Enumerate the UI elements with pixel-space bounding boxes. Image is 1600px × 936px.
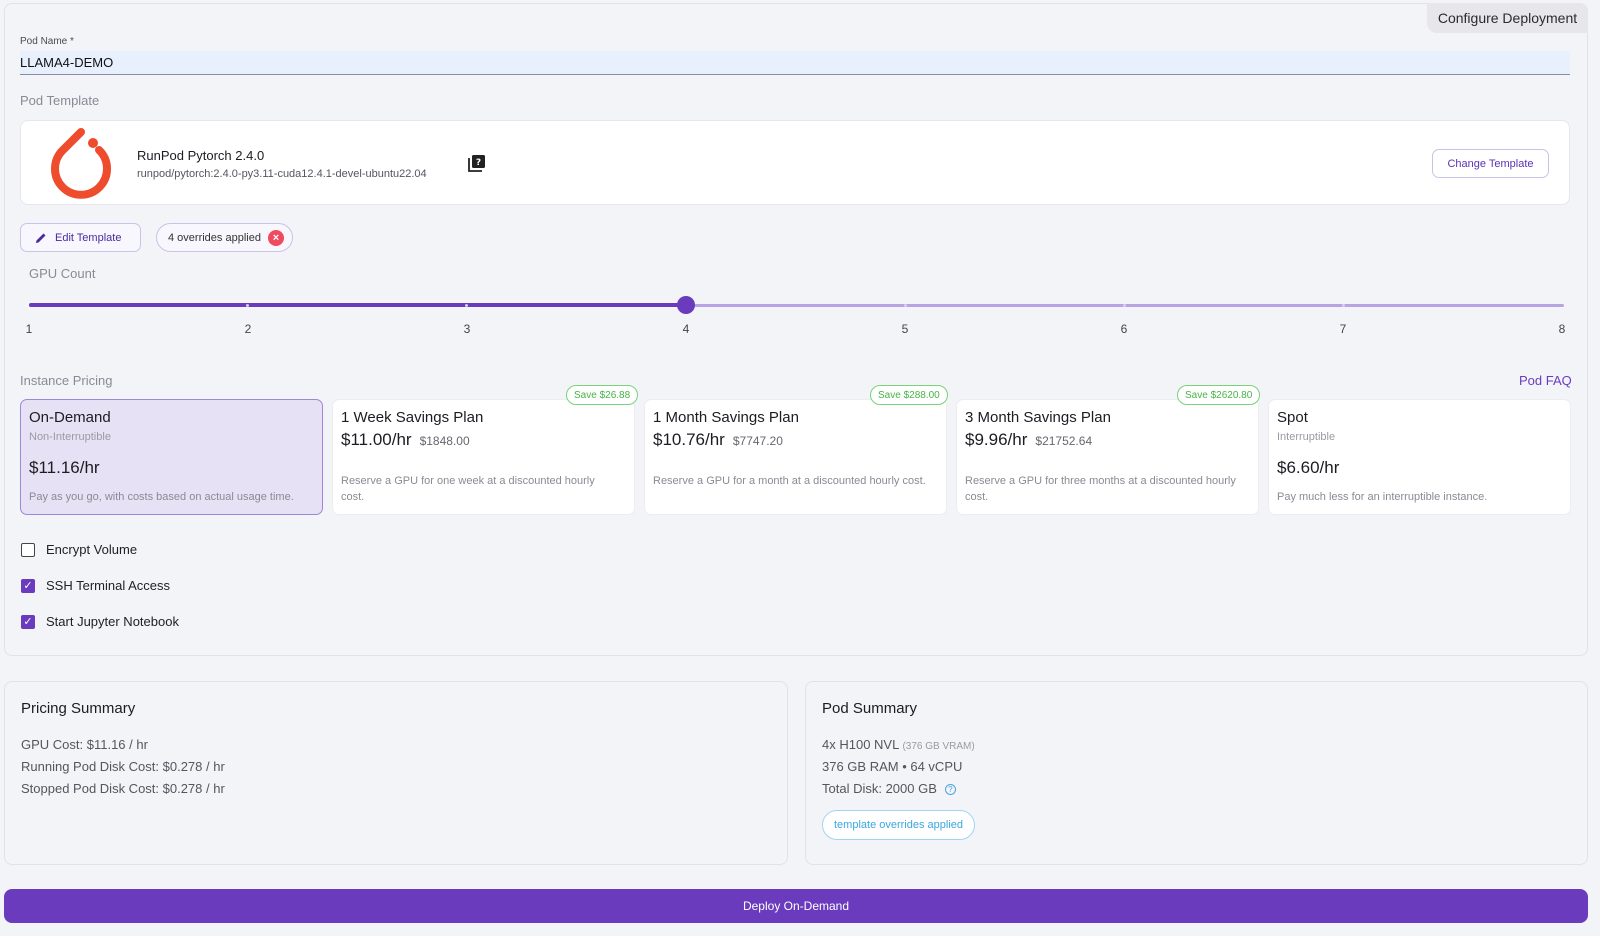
slider-tick-dot <box>1123 304 1126 307</box>
gpu-vram: (376 GB VRAM) <box>902 741 975 752</box>
gpu-count-slider-thumb[interactable] <box>677 296 695 314</box>
running-disk-cost: Running Pod Disk Cost: $0.278 / hr <box>21 759 225 774</box>
slider-tick-label: 8 <box>1558 322 1566 336</box>
svg-text:?: ? <box>476 158 481 168</box>
template-card: RunPod Pytorch 2.4.0 runpod/pytorch:2.4.… <box>20 120 1570 205</box>
slider-tick-label: 5 <box>901 322 909 336</box>
save-badge: Save $2620.80 <box>1177 385 1261 405</box>
pod-template-label: Pod Template <box>20 93 100 108</box>
plan-price: $10.76/hr <box>653 430 725 449</box>
plan-price-row: $10.76/hr $7747.20 <box>653 430 783 450</box>
plan-subtitle: Interruptible <box>1277 431 1336 443</box>
change-template-button[interactable]: Change Template <box>1432 149 1549 178</box>
plan-card-1-week[interactable]: 1 Week Savings Plan $11.00/hr $1848.00 R… <box>332 399 635 515</box>
plan-title: 1 Month Savings Plan <box>653 409 799 426</box>
plan-title: 3 Month Savings Plan <box>965 409 1111 426</box>
slider-tick-dot <box>904 304 907 307</box>
overrides-chip-label: 4 overrides applied <box>168 231 261 244</box>
pencil-icon <box>36 233 46 243</box>
edit-template-button[interactable]: Edit Template <box>20 223 141 252</box>
edit-template-label: Edit Template <box>55 231 122 244</box>
plan-card-spot[interactable]: Spot Interruptible $6.60/hr Pay much les… <box>1268 399 1571 515</box>
plan-description: Pay as you go, with costs based on actua… <box>29 491 294 503</box>
save-badge: Save $288.00 <box>870 385 948 405</box>
plan-total: $7747.20 <box>732 434 783 448</box>
jupyter-notebook-option[interactable]: ✓ Start Jupyter Notebook <box>21 614 179 629</box>
plan-title: 1 Week Savings Plan <box>341 409 484 426</box>
template-overrides-chip: template overrides applied <box>822 810 976 840</box>
pod-name-label: Pod Name * <box>20 36 74 47</box>
template-name: RunPod Pytorch 2.4.0 <box>137 148 265 163</box>
plan-description: Reserve a GPU for three months at a disc… <box>965 475 1236 503</box>
pod-faq-link[interactable]: Pod FAQ <box>1519 373 1572 388</box>
slider-tick-label: 2 <box>244 322 252 336</box>
deploy-button[interactable]: Deploy On-Demand <box>4 889 1588 923</box>
instance-pricing-label: Instance Pricing <box>20 373 113 388</box>
plan-title: Spot <box>1277 409 1308 426</box>
plan-price: $11.16/hr <box>29 458 100 477</box>
slider-tick-label: 6 <box>1120 322 1128 336</box>
pod-summary-title: Pod Summary <box>822 700 918 717</box>
pod-name-input[interactable] <box>20 51 1570 75</box>
plan-description: Reserve a GPU for one week at a discount… <box>341 475 595 503</box>
slider-tick-label: 1 <box>25 322 33 336</box>
plan-card-on-demand[interactable]: On-Demand Non-Interruptible $11.16/hr Pa… <box>20 399 323 515</box>
jupyter-notebook-label: Start Jupyter Notebook <box>46 614 179 629</box>
plan-card-3-month[interactable]: 3 Month Savings Plan $9.96/hr $21752.64 … <box>956 399 1259 515</box>
plan-price-row: $11.00/hr $1848.00 <box>341 430 470 450</box>
plan-price: $9.96/hr <box>965 430 1028 449</box>
gpu-count-label: GPU Count <box>29 266 96 281</box>
jupyter-notebook-checkbox[interactable]: ✓ <box>21 614 35 629</box>
plan-price: $11.00/hr <box>341 430 412 449</box>
slider-tick-dot <box>1342 304 1345 307</box>
slider-tick-label: 4 <box>682 322 690 336</box>
gpu-cost: GPU Cost: $11.16 / hr <box>21 737 148 752</box>
total-disk: Total Disk: 2000 GB <box>822 781 937 796</box>
pricing-summary-panel: Pricing Summary GPU Cost: $11.16 / hr Ru… <box>4 681 788 865</box>
gpu-model: 4x H100 NVL <box>822 737 899 752</box>
ram-cpu-summary: 376 GB RAM • 64 vCPU <box>822 759 963 774</box>
plan-description: Pay much less for an interruptible insta… <box>1277 491 1488 503</box>
gpu-count-slider-fill <box>29 303 686 307</box>
pytorch-logo-icon <box>51 128 111 199</box>
slider-tick-dot <box>465 304 468 307</box>
plan-description: Reserve a GPU for a month at a discounte… <box>653 475 926 487</box>
help-icon[interactable]: ? <box>944 784 956 795</box>
slider-tick-label: 3 <box>463 322 471 336</box>
ssh-terminal-checkbox[interactable]: ✓ <box>21 578 35 593</box>
stopped-disk-cost: Stopped Pod Disk Cost: $0.278 / hr <box>21 781 225 796</box>
encrypt-volume-label: Encrypt Volume <box>46 542 138 557</box>
plan-price: $6.60/hr <box>1277 458 1340 477</box>
overrides-chip: 4 overrides applied × <box>156 223 293 252</box>
ssh-terminal-option[interactable]: ✓ SSH Terminal Access <box>21 578 170 593</box>
encrypt-volume-option[interactable]: Encrypt Volume <box>21 542 137 557</box>
plan-subtitle: Non-Interruptible <box>29 431 111 443</box>
template-readme-icon[interactable]: ? <box>468 154 486 172</box>
plan-title: On-Demand <box>29 409 111 426</box>
slider-tick-dot <box>246 304 249 307</box>
pod-summary-panel: Pod Summary 4x H100 NVL (376 GB VRAM) 37… <box>805 681 1588 865</box>
configure-deployment-tab[interactable]: Configure Deployment <box>1427 3 1588 33</box>
plan-card-1-month[interactable]: 1 Month Savings Plan $10.76/hr $7747.20 … <box>644 399 947 515</box>
encrypt-volume-checkbox[interactable] <box>21 542 35 557</box>
gpu-summary: 4x H100 NVL (376 GB VRAM) <box>822 737 975 752</box>
template-image: runpod/pytorch:2.4.0-py3.11-cuda12.4.1-d… <box>137 168 427 180</box>
ssh-terminal-label: SSH Terminal Access <box>46 578 171 593</box>
disk-summary: Total Disk: 2000 GB? <box>822 781 956 796</box>
plan-price-row: $9.96/hr $21752.64 <box>965 430 1092 450</box>
save-badge: Save $26.88 <box>566 385 639 405</box>
clear-overrides-icon[interactable]: × <box>267 229 284 246</box>
plan-total: $1848.00 <box>419 434 470 448</box>
pricing-summary-title: Pricing Summary <box>21 700 136 717</box>
slider-tick-label: 7 <box>1339 322 1347 336</box>
plan-total: $21752.64 <box>1035 434 1093 448</box>
